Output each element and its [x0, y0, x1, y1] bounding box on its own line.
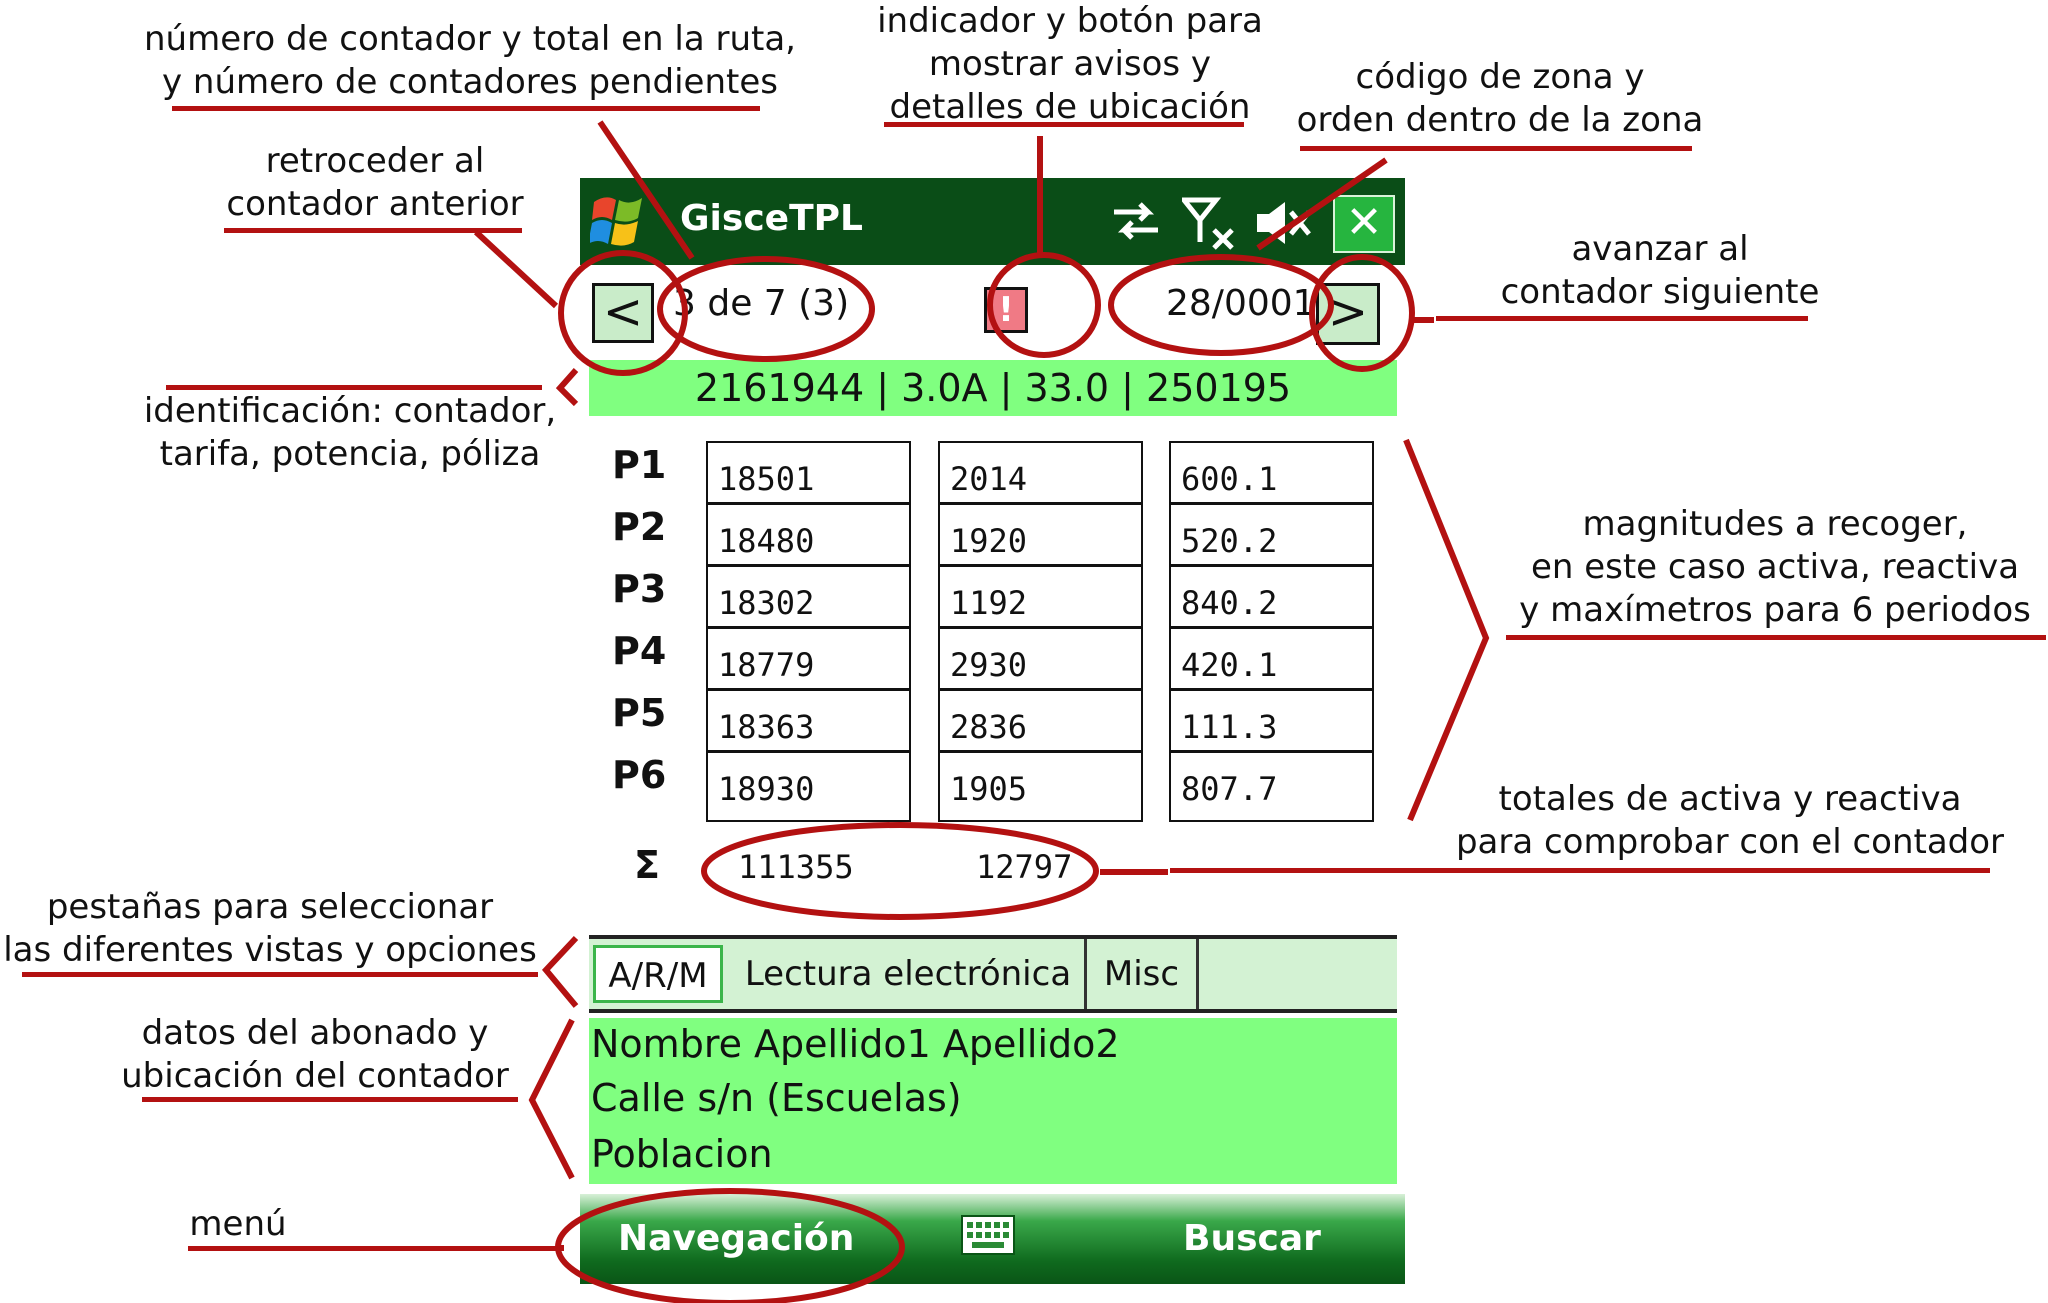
annotation-next: avanzar al contador siguiente — [1500, 229, 1820, 312]
active-input-p3[interactable]: 18302 — [706, 565, 911, 628]
menu-bar: Navegación Buscar — [580, 1194, 1405, 1284]
underline — [1300, 146, 1692, 151]
maximeter-input-p1[interactable]: 600.1 — [1169, 441, 1374, 504]
connector — [473, 229, 559, 309]
windows-logo-icon[interactable] — [590, 192, 646, 250]
period-label: P4 — [612, 629, 667, 673]
tab-bar: A/R/M Lectura electrónica Misc — [589, 935, 1397, 1013]
speaker-muted-icon — [1257, 202, 1311, 244]
prev-button[interactable]: < — [592, 283, 654, 343]
sigma-symbol: Σ — [634, 843, 660, 887]
maximeter-input-p5[interactable]: 111.3 — [1169, 689, 1374, 752]
magnitudes-bracket — [1403, 438, 1490, 822]
menu-buscar[interactable]: Buscar — [1183, 1218, 1321, 1259]
underline — [166, 385, 542, 390]
keyboard-icon[interactable] — [960, 1214, 1016, 1256]
no-signal-icon — [1182, 197, 1234, 250]
reactive-input-p5[interactable]: 2836 — [938, 689, 1143, 752]
counter-position: 3 de 7 (3) — [673, 283, 850, 324]
tab-arm[interactable]: A/R/M — [593, 945, 723, 1003]
meter-identification: 2161944 | 3.0A | 33.0 | 250195 — [589, 360, 1397, 416]
close-button[interactable]: ✕ — [1333, 195, 1395, 253]
period-label: P1 — [612, 443, 667, 487]
underline — [1170, 868, 1990, 873]
active-input-p2[interactable]: 18480 — [706, 503, 911, 566]
reactive-input-p6[interactable]: 1905 — [938, 751, 1143, 822]
underline — [1436, 316, 1808, 321]
zone-code: 28/0001 — [1166, 283, 1316, 324]
annotation-alert: indicador y botón para mostrar avisos y de… — [877, 1, 1263, 127]
subscriber-bracket — [528, 1018, 575, 1180]
maximeter-input-p2[interactable]: 520.2 — [1169, 503, 1374, 566]
underline — [1506, 635, 2046, 640]
subscriber-info: Nombre Apellido1 Apellido2 Calle s/n (Es… — [589, 1018, 1397, 1184]
subscriber-address: Calle s/n (Escuelas) — [591, 1076, 962, 1120]
total-active: 111355 — [738, 848, 854, 886]
maximeter-input-p3[interactable]: 840.2 — [1169, 565, 1374, 628]
alert-button[interactable]: ! — [984, 287, 1028, 333]
reactive-input-p3[interactable]: 1192 — [938, 565, 1143, 628]
tab-misc[interactable]: Misc — [1087, 939, 1199, 1009]
active-input-p1[interactable]: 18501 — [706, 441, 911, 504]
menu-navegacion[interactable]: Navegación — [618, 1218, 854, 1259]
underline — [884, 122, 1244, 127]
period-label: P2 — [612, 505, 667, 549]
active-input-p6[interactable]: 18930 — [706, 751, 911, 822]
annotation-totals: totales de activa y reactiva para comprob… — [1455, 779, 2005, 862]
app-title: GisceTPL — [680, 198, 863, 239]
active-input-p4[interactable]: 18779 — [706, 627, 911, 690]
period-label: P6 — [612, 753, 667, 797]
annotation-prev: retroceder al contador anterior — [226, 141, 524, 224]
annotation-zone: código de zona y orden dentro de la zona — [1296, 57, 1704, 140]
reactive-input-p4[interactable]: 2930 — [938, 627, 1143, 690]
underline — [142, 1097, 518, 1102]
annotation-identification: identificación: contador, tarifa, potenci… — [143, 391, 557, 474]
total-reactive: 12797 — [976, 848, 1073, 886]
annotation-counter: número de contador y total en la ruta, y … — [143, 19, 796, 102]
underline — [22, 972, 538, 977]
annotation-tabs: pestañas para seleccionar las diferentes … — [3, 887, 537, 970]
reactive-input-p2[interactable]: 1920 — [938, 503, 1143, 566]
maximeter-input-p4[interactable]: 420.1 — [1169, 627, 1374, 690]
sync-arrows-icon — [1114, 202, 1158, 240]
period-label: P3 — [612, 567, 667, 611]
subscriber-town: Poblacion — [591, 1132, 773, 1176]
title-bar: GisceTPL ✕ — [580, 178, 1405, 265]
tab-lectura-electronica[interactable]: Lectura electrónica — [732, 939, 1087, 1009]
annotation-menu: menú — [189, 1204, 287, 1244]
reactive-input-p1[interactable]: 2014 — [938, 441, 1143, 504]
navigation-row: < 3 de 7 (3) ! 28/0001 > — [580, 265, 1405, 363]
period-label: P5 — [612, 691, 667, 735]
subscriber-name: Nombre Apellido1 Apellido2 — [591, 1022, 1120, 1066]
underline — [172, 106, 760, 111]
maximeter-input-p6[interactable]: 807.7 — [1169, 751, 1374, 822]
active-input-p5[interactable]: 18363 — [706, 689, 911, 752]
underline — [188, 1246, 562, 1251]
annotation-magnitudes: magnitudes a recoger, en este caso activa… — [1519, 504, 2031, 630]
tabs-bracket — [541, 935, 579, 1008]
next-button[interactable]: > — [1316, 283, 1380, 345]
underline — [224, 228, 522, 233]
annotation-subscriber: datos del abonado y ubicación del contado… — [121, 1013, 509, 1096]
